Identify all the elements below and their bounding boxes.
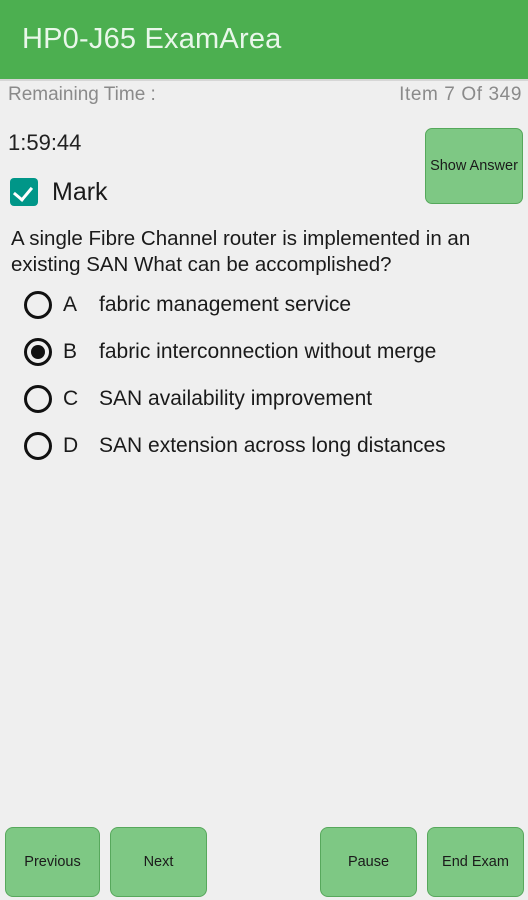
timer-value: 1:59:44 <box>8 130 82 155</box>
previous-button[interactable]: Previous <box>5 827 100 897</box>
radio-d-icon[interactable] <box>24 431 52 460</box>
check-icon <box>12 181 34 202</box>
option-row-b[interactable]: Bfabric interconnection without merge <box>0 328 528 375</box>
mark-checkbox[interactable] <box>10 178 38 206</box>
next-button[interactable]: Next <box>110 827 207 897</box>
radio-b-icon[interactable] <box>24 337 52 366</box>
options-list: Afabric management service Bfabric interc… <box>0 281 528 469</box>
item-counter: Item 7 Of 349 <box>399 84 522 105</box>
end-exam-button[interactable]: End Exam <box>427 827 524 897</box>
option-text: SAN extension across long distances <box>99 433 446 457</box>
radio-a-icon[interactable] <box>24 290 52 319</box>
option-letter: C <box>63 386 79 410</box>
mark-label: Mark <box>52 177 108 206</box>
option-row-a[interactable]: Afabric management service <box>0 281 528 328</box>
mark-row[interactable]: Mark <box>10 176 108 208</box>
remaining-time-label: Remaining Time : <box>8 84 156 105</box>
status-row: Remaining Time : Item 7 Of 349 <box>0 84 528 116</box>
app-header: HP0-J65 ExamArea <box>0 0 528 79</box>
show-answer-button[interactable]: Show Answer <box>425 128 523 204</box>
page-title: HP0-J65 ExamArea <box>22 23 282 55</box>
bottom-bar: Previous Next Pause End Exam <box>0 827 528 900</box>
option-row-d[interactable]: D SAN extension across long distances <box>0 422 528 469</box>
option-text: SAN availability improvement <box>99 386 373 410</box>
pause-button[interactable]: Pause <box>320 827 417 897</box>
option-text: fabric management service <box>99 292 352 316</box>
option-letter: A <box>63 292 78 316</box>
option-letter: D <box>63 433 79 457</box>
option-text: fabric interconnection without merge <box>99 339 437 363</box>
radio-c-icon[interactable] <box>24 384 52 413</box>
option-row-c[interactable]: C SAN availability improvement <box>0 375 528 422</box>
option-letter: B <box>63 339 78 363</box>
header-divider <box>0 79 528 81</box>
question-text: A single Fibre Channel router is impleme… <box>11 227 471 277</box>
